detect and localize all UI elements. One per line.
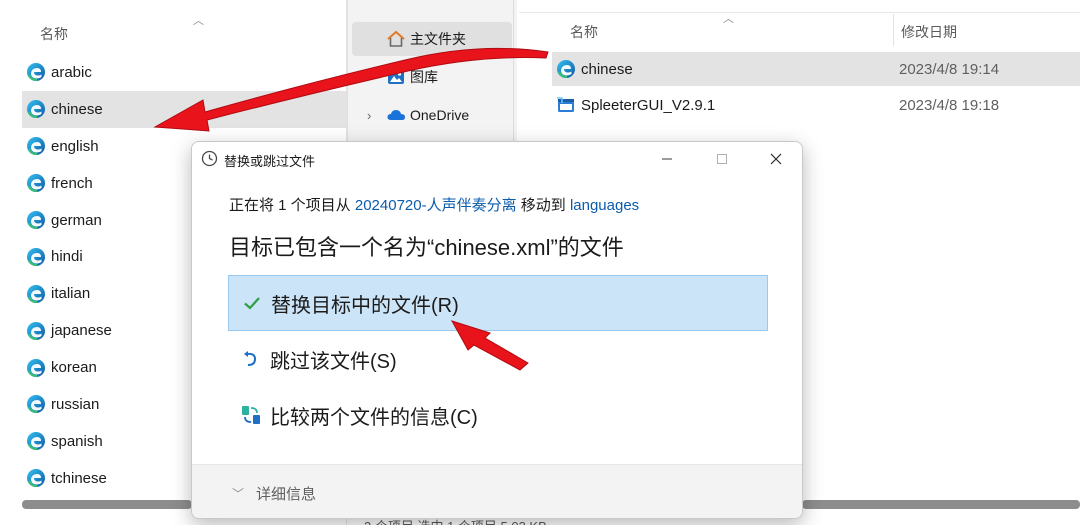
dialog-footer: ﹀ 详细信息 (192, 464, 802, 518)
file-name: chinese (581, 60, 633, 78)
file-name: german (51, 211, 102, 229)
nav-item-home[interactable]: 主文件夹 (352, 22, 512, 56)
edge-icon (27, 63, 45, 82)
file-name: korean (51, 359, 97, 377)
column-header-name[interactable]: 名称 (570, 22, 598, 42)
option-label: 比较两个文件的信息(C) (270, 406, 478, 429)
edge-icon (27, 432, 45, 451)
navigation-pane: 主文件夹 图库 › OneDrive (347, 0, 517, 150)
gallery-icon (388, 70, 404, 84)
replace-or-skip-dialog: 替换或跳过文件 正在将 1 个项目从 20240720-人声伴奏分离 移动到 l… (191, 141, 803, 519)
minimize-button[interactable] (639, 142, 695, 176)
sort-caret-icon: ︿ (193, 15, 204, 27)
edge-icon (27, 395, 45, 414)
move-description: 正在将 1 个项目从 20240720-人声伴奏分离 移动到 languages (229, 194, 639, 215)
column-divider[interactable] (893, 14, 894, 46)
file-row-chinese[interactable]: chinese (22, 90, 347, 128)
checkmark-icon (241, 292, 263, 314)
nav-item-onedrive[interactable]: › OneDrive (352, 98, 512, 132)
edge-icon (27, 469, 45, 488)
file-name: chinese (51, 100, 103, 118)
edge-icon (27, 211, 45, 229)
replace-file-option[interactable]: 替换目标中的文件(R) (228, 275, 768, 331)
dialog-titlebar[interactable]: 替换或跳过文件 (192, 142, 802, 176)
nav-item-label: 图库 (410, 69, 438, 85)
file-modified-date: 2023/4/8 19:18 (899, 96, 1000, 114)
close-button[interactable] (748, 142, 802, 176)
sort-caret-icon: ︿ (723, 13, 734, 25)
file-name: arabic (51, 63, 92, 81)
file-name: french (51, 174, 93, 192)
conflict-heading: 目标已包含一个名为“chinese.xml”的文件 (229, 235, 624, 260)
edge-icon (27, 247, 45, 266)
column-header-modified-date[interactable]: 修改日期 (901, 22, 957, 42)
maximize-icon (717, 154, 727, 164)
minimize-icon (662, 158, 672, 160)
file-row-chinese[interactable]: chinese 2023/4/8 19:14 (552, 52, 1080, 86)
horizontal-scrollbar[interactable] (802, 500, 1080, 509)
destination-folder-link[interactable]: languages (570, 197, 639, 214)
nav-item-gallery[interactable]: 图库 (352, 60, 512, 94)
compare-icon (240, 404, 262, 426)
edge-icon (27, 321, 45, 340)
column-header-name[interactable]: 名称 (40, 24, 68, 44)
chevron-down-icon: ﹀ (232, 487, 245, 501)
edge-icon (27, 284, 45, 303)
horizontal-scrollbar[interactable] (22, 500, 192, 509)
file-name: spanish (51, 432, 103, 450)
file-row-spleetergui[interactable]: SpleeterGUI_V2.9.1 2023/4/8 19:18 (552, 88, 1080, 122)
file-name: tchinese (51, 469, 107, 487)
source-folder-link[interactable]: 20240720-人声伴奏分离 (355, 197, 517, 214)
edge-icon (557, 60, 575, 78)
edge-icon (27, 174, 45, 193)
app-icon (557, 97, 574, 112)
close-icon (770, 153, 782, 165)
expand-chevron-icon[interactable]: › (367, 108, 371, 123)
edge-icon (27, 137, 45, 156)
dialog-title: 替换或跳过文件 (224, 154, 316, 169)
file-row-arabic[interactable]: arabic (22, 54, 347, 91)
pane-divider[interactable] (513, 0, 514, 150)
maximize-button[interactable] (694, 142, 750, 176)
edge-icon (27, 358, 45, 377)
nav-item-label: 主文件夹 (410, 31, 466, 47)
dialog-body: 正在将 1 个项目从 20240720-人声伴奏分离 移动到 languages… (192, 176, 802, 464)
file-name: english (51, 137, 99, 155)
details-toggle[interactable]: ﹀ 详细信息 (232, 483, 316, 504)
skip-undo-icon (240, 348, 262, 370)
file-name: russian (51, 395, 100, 413)
move-prefix-text: 正在将 1 个项目从 (229, 197, 355, 214)
file-name: japanese (51, 322, 112, 340)
option-label: 替换目标中的文件(R) (271, 294, 459, 317)
clock-icon (201, 150, 218, 167)
file-name: SpleeterGUI_V2.9.1 (581, 96, 716, 114)
file-modified-date: 2023/4/8 19:14 (899, 60, 1000, 78)
onedrive-cloud-icon (387, 110, 405, 120)
header-divider (519, 12, 1080, 13)
skip-file-option[interactable]: 跳过该文件(S) (228, 331, 768, 387)
option-label: 跳过该文件(S) (270, 350, 397, 373)
file-name: italian (51, 285, 91, 303)
file-name: hindi (51, 248, 83, 266)
details-label: 详细信息 (256, 486, 317, 503)
home-icon (387, 30, 405, 47)
compare-files-option[interactable]: 比较两个文件的信息(C) (228, 387, 768, 443)
move-middle-text: 移动到 (516, 197, 570, 214)
edge-icon (27, 100, 45, 119)
nav-item-label: OneDrive (410, 107, 470, 123)
